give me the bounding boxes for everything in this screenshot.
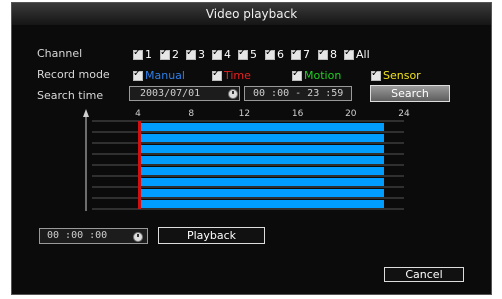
checkbox-checked-icon	[212, 47, 222, 60]
record-mode-checkbox-sensor[interactable]: Sensor	[371, 68, 421, 82]
recording-bar	[141, 156, 384, 164]
record-mode-checkbox-manual[interactable]: Manual	[133, 68, 185, 82]
record-mode-label-text: Time	[224, 69, 251, 82]
channel-checkbox-label: 5	[250, 48, 257, 61]
search-time-label: Search time	[37, 89, 104, 102]
channel-checkbox-4[interactable]: 4	[212, 47, 231, 61]
channel-checkbox-label: 3	[198, 48, 205, 61]
video-playback-dialog: Video playback Channel 12345678All Recor…	[11, 2, 492, 295]
recording-bar	[141, 178, 384, 186]
timeline-hour-label: 4	[135, 109, 141, 119]
timeline-hour-label: 16	[292, 109, 304, 119]
channel-checkbox-label: 7	[303, 48, 310, 61]
recording-bar	[141, 200, 384, 208]
timeline-position-marker	[138, 121, 141, 209]
channel-checkbox-label: 2	[172, 48, 179, 61]
checkbox-checked-icon	[212, 68, 222, 81]
record-mode-label-text: Motion	[304, 69, 342, 82]
checkbox-checked-icon	[133, 68, 143, 81]
channel-checkbox-label: 6	[277, 48, 284, 61]
channel-label: Channel	[37, 47, 83, 60]
channel-checkbox-label: 1	[145, 48, 152, 61]
checkbox-checked-icon	[186, 47, 196, 60]
recording-bar	[141, 123, 384, 131]
recording-bar	[141, 189, 384, 197]
checkbox-checked-icon	[238, 47, 248, 60]
record-mode-label-text: Manual	[145, 69, 185, 82]
checkbox-checked-icon	[291, 47, 301, 60]
channel-checkbox-6[interactable]: 6	[265, 47, 284, 61]
timeline-hour-label: 8	[188, 109, 194, 119]
checkbox-checked-icon	[133, 47, 143, 60]
calendar-icon[interactable]	[228, 89, 238, 99]
cancel-button[interactable]: Cancel	[384, 267, 464, 282]
checkbox-checked-icon	[265, 47, 275, 60]
timeline-hour-label: 24	[398, 109, 410, 119]
channel-checkbox-7[interactable]: 7	[291, 47, 310, 61]
record-mode-label: Record mode	[37, 68, 110, 81]
checkbox-checked-icon	[371, 68, 381, 81]
search-button[interactable]: Search	[370, 85, 450, 102]
channel-checkbox-1[interactable]: 1	[133, 47, 152, 61]
timeline-slider-handle	[83, 109, 89, 117]
dialog-title: Video playback	[12, 3, 491, 25]
checkbox-checked-icon	[344, 47, 354, 60]
recording-timeline[interactable]: 4 8 12 16 20 24	[12, 103, 492, 215]
channel-checkbox-label: 8	[330, 48, 337, 61]
recording-bar	[141, 167, 384, 175]
playback-time-field[interactable]: 00 :00 :00	[39, 228, 148, 244]
checkbox-checked-icon	[318, 47, 328, 60]
channel-checkbox-label: 4	[224, 48, 231, 61]
channel-checkbox-all[interactable]: All	[344, 47, 370, 61]
date-field[interactable]: 2003/07/01	[129, 86, 240, 101]
time-range-field[interactable]: 00 :00 - 23 :59	[244, 86, 352, 101]
recording-bar	[141, 134, 384, 142]
timeline-hour-label: 12	[239, 109, 250, 119]
playback-button[interactable]: Playback	[158, 227, 265, 244]
checkbox-checked-icon	[292, 68, 302, 81]
checkbox-checked-icon	[160, 47, 170, 60]
channel-checkbox-8[interactable]: 8	[318, 47, 337, 61]
record-mode-checkbox-motion[interactable]: Motion	[292, 68, 342, 82]
channel-checkbox-label: All	[356, 48, 370, 61]
record-mode-label-text: Sensor	[383, 69, 421, 82]
clock-icon[interactable]	[133, 232, 143, 242]
record-mode-checkbox-time[interactable]: Time	[212, 68, 251, 82]
channel-checkbox-2[interactable]: 2	[160, 47, 179, 61]
timeline-hour-label: 20	[345, 109, 357, 119]
channel-checkbox-5[interactable]: 5	[238, 47, 257, 61]
recording-bar	[141, 145, 384, 153]
channel-checkbox-3[interactable]: 3	[186, 47, 205, 61]
